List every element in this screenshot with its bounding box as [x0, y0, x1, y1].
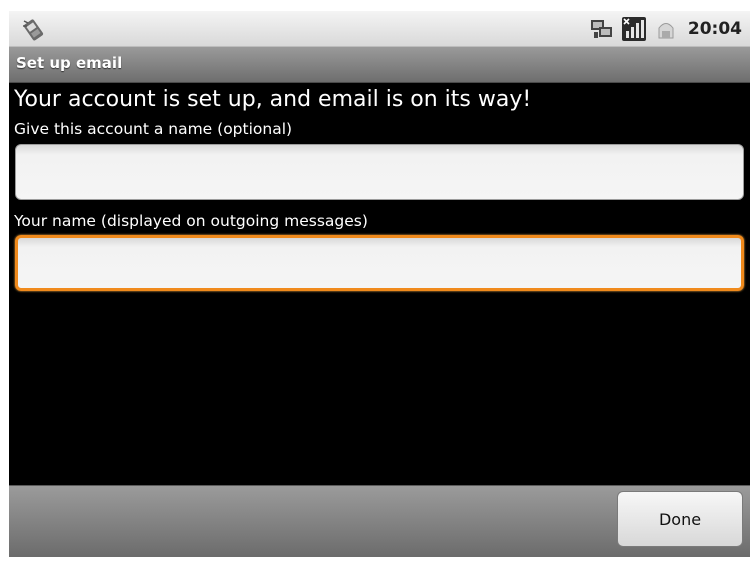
device-screen: 20:04 Set up email Your account is set u… [9, 11, 750, 557]
signal-icon [621, 16, 646, 41]
status-bar: 20:04 [9, 11, 750, 47]
status-time: 20:04 [687, 18, 742, 39]
notification-icon [23, 19, 44, 41]
bottom-bar: Done [9, 485, 750, 557]
status-icons: 20:04 [590, 11, 742, 46]
page-title: Set up email [16, 54, 123, 72]
your-name-label: Your name (displayed on outgoing message… [14, 212, 368, 230]
sync-icon [590, 19, 612, 38]
account-name-field[interactable] [15, 144, 744, 200]
usb-icon [658, 22, 674, 38]
title-bar: Set up email [9, 47, 750, 83]
your-name-field[interactable] [15, 235, 744, 291]
account-name-label: Give this account a name (optional) [14, 120, 293, 138]
done-button[interactable]: Done [617, 491, 743, 547]
headline: Your account is set up, and email is on … [14, 87, 532, 112]
